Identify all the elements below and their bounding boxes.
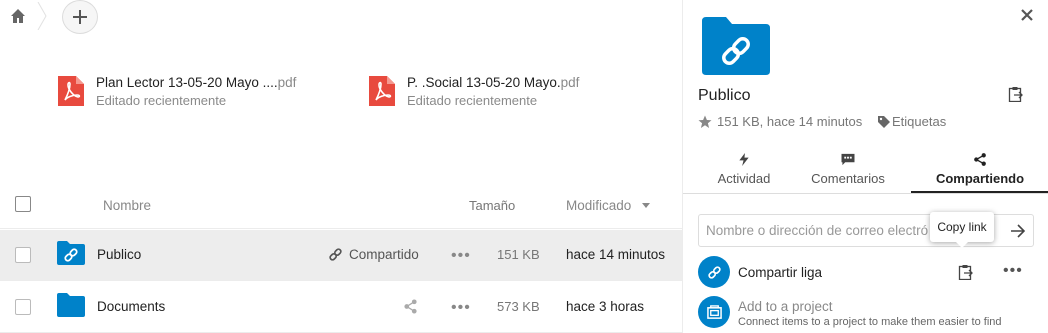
pdf-icon: [369, 76, 395, 106]
row-checkbox[interactable]: [15, 299, 31, 315]
more-actions-button[interactable]: •••: [451, 299, 471, 317]
row-checkbox[interactable]: [15, 247, 31, 263]
more-actions-button[interactable]: •••: [451, 247, 471, 265]
breadcrumb: [0, 0, 682, 34]
file-name[interactable]: Documents: [97, 299, 165, 314]
tab-label: Compartiendo: [935, 171, 1025, 186]
add-to-project-subtitle: Connect items to a project to make them …: [738, 316, 1002, 328]
shared-label: Compartido: [349, 247, 419, 262]
arrow-right-icon[interactable]: [1009, 222, 1027, 240]
sort-descending-icon: [642, 203, 650, 208]
column-header-size[interactable]: Tamaño: [469, 198, 515, 213]
file-list-header: Nombre Tamaño Modificado: [0, 181, 682, 229]
share-link-more-button[interactable]: •••: [1003, 262, 1023, 280]
comment-icon: [841, 153, 855, 166]
recent-file-name: Plan Lector 13-05-20 Mayo ....pdf: [96, 75, 296, 90]
recent-file-subtitle: Editado recientemente: [96, 93, 227, 108]
file-size: 151 KB: [497, 247, 540, 262]
recent-file-basename: P. .Social 13-05-20 Mayo.: [407, 75, 561, 90]
tab-comentarios[interactable]: Comentarios: [788, 147, 908, 193]
file-name[interactable]: Publico: [97, 247, 141, 262]
plus-icon: [73, 10, 87, 24]
tab-actividad[interactable]: Actividad: [683, 147, 805, 193]
file-modified: hace 3 horas: [566, 299, 645, 314]
shared-folder-icon: [702, 17, 770, 75]
folder-icon: [57, 293, 85, 317]
add-to-project-title: Add to a project: [738, 299, 833, 314]
copy-link-icon[interactable]: [958, 264, 974, 280]
share-link-row: Compartir liga •••: [698, 256, 1038, 288]
tab-compartiendo[interactable]: Compartiendo: [911, 147, 1048, 193]
sidebar-tabs: Actividad Comentarios Compartiendo: [683, 147, 1048, 194]
lightning-icon: [739, 153, 749, 166]
home-icon[interactable]: [10, 8, 26, 24]
details-sidebar: Publico 151 KB, hace 14 minutos Etiqueta…: [682, 0, 1048, 333]
sidebar-file-meta: 151 KB, hace 14 minutos: [698, 114, 862, 129]
shared-folder-icon: [57, 241, 85, 265]
breadcrumb-separator: [37, 2, 47, 30]
column-header-modified[interactable]: Modificado: [566, 198, 631, 213]
recent-file-basename: Plan Lector 13-05-20 Mayo ....: [96, 75, 278, 90]
files-panel: Plan Lector 13-05-20 Mayo ....pdf Editad…: [0, 0, 682, 333]
file-row[interactable]: Documents ••• 573 KB hace 3 horas: [0, 282, 682, 333]
tab-label: Actividad: [717, 171, 771, 186]
select-all-checkbox[interactable]: [15, 196, 31, 212]
share-link-label: Compartir liga: [738, 265, 823, 280]
share-icon: [974, 153, 986, 166]
recent-file-subtitle: Editado recientemente: [407, 93, 538, 108]
link-avatar: [698, 256, 730, 288]
clipboard-icon[interactable]: [1008, 86, 1024, 102]
recent-file[interactable]: Plan Lector 13-05-20 Mayo ....pdf Editad…: [58, 72, 348, 112]
recent-file-ext: pdf: [277, 75, 297, 90]
recent-file-ext: pdf: [560, 75, 580, 90]
close-icon[interactable]: [1020, 8, 1034, 22]
link-icon: [329, 248, 342, 261]
column-header-name[interactable]: Nombre: [103, 198, 151, 213]
add-to-project-row[interactable]: Add to a project Connect items to a proj…: [698, 296, 1038, 330]
add-new-button[interactable]: [62, 0, 98, 34]
copy-link-tooltip: Copy link: [930, 212, 994, 248]
tags-button[interactable]: Etiquetas: [878, 114, 946, 129]
tag-icon: [878, 115, 890, 128]
project-avatar: [698, 296, 730, 328]
tags-label: Etiquetas: [892, 114, 947, 129]
pdf-icon: [58, 76, 84, 106]
file-row[interactable]: Publico Compartido ••• 151 KB hace 14 mi…: [0, 230, 682, 281]
link-icon: [707, 265, 721, 279]
file-modified: hace 14 minutos: [566, 247, 666, 262]
star-icon[interactable]: [698, 115, 712, 129]
share-icon[interactable]: [403, 299, 418, 314]
sidebar-file-title: Publico: [698, 87, 751, 104]
tab-label: Comentarios: [811, 171, 885, 186]
file-size: 573 KB: [497, 299, 540, 314]
project-icon: [706, 304, 722, 319]
recent-file-name: P. .Social 13-05-20 Mayo.pdf: [407, 75, 579, 90]
recent-file[interactable]: P. .Social 13-05-20 Mayo.pdf Editado rec…: [369, 72, 629, 112]
sidebar-file-meta-text: 151 KB, hace 14 minutos: [717, 114, 863, 129]
shared-status[interactable]: Compartido: [328, 247, 419, 262]
